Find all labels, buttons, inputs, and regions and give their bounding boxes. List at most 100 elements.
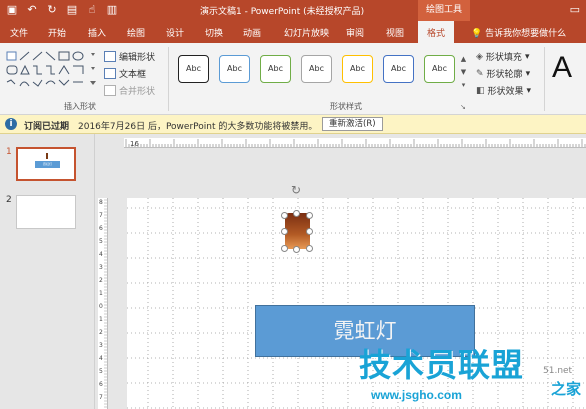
ruler-label: 1	[99, 290, 103, 297]
style-preset-1[interactable]: Abc	[178, 55, 209, 83]
quick-access-toolbar: ▣ ↶ ↻ ▤ ☝ ▥	[6, 3, 118, 17]
style-preset-5[interactable]: Abc	[342, 55, 373, 83]
ruler-label: 6	[99, 381, 103, 388]
tab-transitions[interactable]: 切换	[205, 26, 223, 39]
undo-icon[interactable]: ↶	[26, 3, 38, 17]
mini-text-box: 霓虹灯	[35, 161, 60, 168]
ruler-label: 0	[99, 303, 103, 310]
shape-outline-button[interactable]: ✎ 形状轮廓 ▾	[476, 67, 531, 81]
vertical-ruler: 8 7 6 5 4 3 2 1 0 1 2 3 4 5 6 7	[98, 198, 108, 409]
effects-icon: ◧	[476, 85, 485, 96]
tab-format[interactable]: 格式	[418, 21, 455, 43]
ruler-label: 16	[130, 140, 139, 148]
window-title: 演示文稿1 - PowerPoint (未经授权产品)	[200, 7, 365, 17]
ruler-label: 5	[99, 368, 103, 375]
save-icon[interactable]: ▣	[6, 3, 18, 17]
ruler-label: 2	[99, 277, 103, 284]
shape-fill-button[interactable]: ◈ 形状填充 ▾	[476, 50, 530, 64]
ruler-label: 5	[99, 238, 103, 245]
chevron-down-icon: ▾	[526, 85, 532, 96]
ribbon: 编辑形状 文本框 合并形状 插入形状 Abc Abc Abc Abc Abc A…	[0, 43, 586, 115]
style-preset-2[interactable]: Abc	[219, 55, 250, 83]
layout-icon[interactable]: ▥	[106, 3, 118, 17]
ribbon-tabs: 文件 开始 插入 绘图 设计 切换 动画 幻灯片放映 审阅 视图 格式 💡 告诉…	[0, 21, 586, 43]
ruler-label: 4	[99, 355, 103, 362]
shape-styles-group-label: 形状样式	[330, 102, 362, 111]
site-watermark: 技术员联盟 51.net 之家 www.jsgho.com	[359, 340, 586, 409]
text-box-button[interactable]: 文本框	[104, 67, 146, 80]
merge-shapes-label: 合并形状	[119, 87, 156, 97]
ruler-label: 3	[99, 342, 103, 349]
watermark-title: 技术员联盟	[359, 346, 525, 384]
watermark-suffix: 之家	[551, 380, 582, 398]
edit-shape-button[interactable]: 编辑形状	[104, 50, 155, 63]
resize-handle[interactable]	[306, 245, 313, 252]
style-preset-7[interactable]: Abc	[424, 55, 455, 83]
style-preset-3[interactable]: Abc	[260, 55, 291, 83]
shape-effects-label: 形状效果	[487, 87, 524, 97]
slide-thumbnail-2[interactable]	[16, 195, 76, 229]
tab-draw[interactable]: 绘图	[127, 26, 145, 39]
tab-insert[interactable]: 插入	[88, 26, 106, 39]
shape-outline-label: 形状轮廓	[486, 70, 523, 80]
touch-mode-icon[interactable]: ☝	[86, 3, 98, 17]
resize-handle[interactable]	[306, 228, 313, 235]
resize-handle[interactable]	[306, 212, 313, 219]
resize-handle[interactable]	[293, 210, 300, 217]
group-separator	[168, 47, 169, 111]
chevron-down-icon: ▾	[524, 51, 530, 62]
paint-bucket-icon: ◈	[476, 51, 483, 62]
resize-handle[interactable]	[281, 228, 288, 235]
reactivate-button[interactable]: 重新激活(R)	[322, 117, 383, 131]
lightbulb-icon: 💡	[471, 29, 483, 39]
ruler-label: 3	[99, 264, 103, 271]
tell-me-search[interactable]: 💡 告诉我你想要做什么	[471, 26, 566, 39]
style-preset-6[interactable]: Abc	[383, 55, 414, 83]
ruler-label: 8	[99, 199, 103, 206]
wordart-quick-styles-button[interactable]: A	[552, 51, 572, 85]
redo-icon[interactable]: ↻	[46, 3, 58, 17]
horizontal-ruler: 16	[124, 138, 586, 148]
rotate-handle-icon[interactable]: ↻	[291, 183, 301, 197]
message-text: 2016年7月26日 后，PowerPoint 的大多数功能将被禁用。	[78, 122, 318, 132]
tab-slideshow[interactable]: 幻灯片放映	[284, 26, 329, 39]
message-bar: i 订阅已过期 2016年7月26日 后，PowerPoint 的大多数功能将被…	[0, 115, 586, 134]
ruler-label: 1	[99, 316, 103, 323]
shape-fill-label: 形状填充	[485, 53, 522, 63]
info-icon: i	[5, 118, 17, 130]
style-preset-4[interactable]: Abc	[301, 55, 332, 83]
resize-handle[interactable]	[293, 246, 300, 253]
ruler-label: 7	[99, 212, 103, 219]
tab-animations[interactable]: 动画	[243, 26, 261, 39]
tab-file[interactable]: 文件	[10, 26, 28, 39]
tab-review[interactable]: 审阅	[346, 26, 364, 39]
insert-shapes-group-label: 插入形状	[64, 102, 96, 111]
ruler-label: 7	[99, 394, 103, 401]
context-tab-group-label: 绘图工具	[418, 0, 470, 21]
slide-number: 2	[6, 195, 12, 205]
resize-handle[interactable]	[281, 245, 288, 252]
resize-handle[interactable]	[281, 212, 288, 219]
slide-number: 1	[6, 147, 12, 157]
group-separator	[544, 47, 545, 111]
ruler-label: 4	[99, 251, 103, 258]
tab-view[interactable]: 视图	[386, 26, 404, 39]
title-bar: ▣ ↶ ↻ ▤ ☝ ▥ 演示文稿1 - PowerPoint (未经授权产品) …	[0, 0, 586, 21]
slideshow-icon[interactable]: ▤	[66, 3, 78, 17]
chevron-down-icon: ▾	[525, 68, 531, 79]
merge-shapes-button[interactable]: 合并形状	[104, 84, 155, 97]
shape-style-gallery: Abc Abc Abc Abc Abc Abc Abc	[172, 51, 457, 97]
tab-home[interactable]: 开始	[48, 26, 66, 39]
mini-shape	[46, 153, 48, 159]
minimize-icon[interactable]: ▭	[540, 3, 580, 16]
watermark-url: www.jsgho.com	[371, 388, 462, 402]
merge-shapes-icon	[104, 85, 116, 96]
slide-thumbnail-1[interactable]: 霓虹灯	[16, 147, 76, 181]
dialog-launcher-icon[interactable]: ↘	[460, 103, 466, 111]
ruler-label: 6	[99, 225, 103, 232]
tab-design[interactable]: 设计	[166, 26, 184, 39]
gallery-scroll[interactable]: ▲ ▼ ▾	[459, 53, 468, 93]
shape-effects-button[interactable]: ◧ 形状效果 ▾	[476, 84, 532, 98]
ruler-label: 2	[99, 329, 103, 336]
shapes-gallery[interactable]	[4, 49, 100, 93]
